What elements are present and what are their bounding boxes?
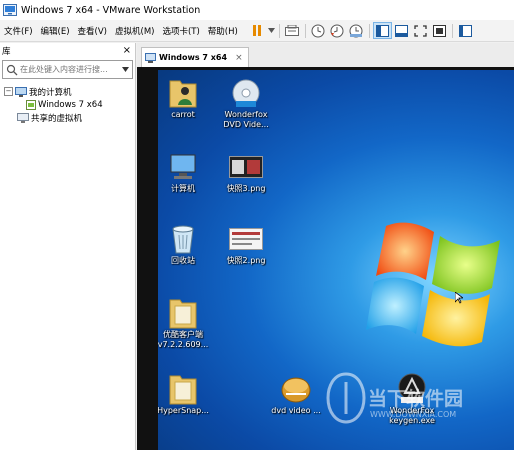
tab-windows7[interactable]: Windows 7 x64 × [141, 47, 249, 67]
desktop-icon-hypersnap[interactable]: HyperSnap... [158, 372, 215, 416]
console-view-button[interactable] [456, 22, 475, 39]
window-title: Windows 7 x64 - VMware Workstation [21, 4, 201, 16]
desktop-icon-label: carrot [171, 110, 195, 119]
desktop-icon-wonderfox-dvd[interactable]: Wonderfox DVD Vide... [214, 76, 278, 130]
desktop-icon-label: HyperSnap... [158, 406, 209, 415]
console-view-icon [458, 24, 472, 37]
tab-label: Windows 7 x64 [159, 53, 228, 62]
snapshot-clock-icon [311, 24, 325, 37]
chevron-down-icon[interactable] [122, 67, 129, 72]
toolbar-divider [304, 23, 306, 38]
tree-item-label: 我的计算机 [29, 87, 72, 98]
mouse-cursor-icon [455, 292, 463, 304]
pause-icon [253, 25, 262, 36]
vm-icon [26, 99, 36, 110]
send-ctrl-alt-del-button[interactable] [283, 22, 302, 39]
library-header: 库 × [0, 43, 135, 58]
vmware-app-icon [3, 4, 17, 16]
computer-icon [165, 150, 201, 184]
computer-icon [15, 86, 27, 97]
toolbar-divider [278, 23, 280, 38]
watermark-text: 当下软件园 [368, 388, 464, 410]
library-view-icon [375, 24, 389, 37]
image-file-icon [228, 150, 264, 184]
full-screen-icon [414, 24, 427, 37]
dvd-icon [278, 372, 314, 406]
tree-item-label: Windows 7 x64 [38, 99, 103, 110]
search-icon [6, 64, 18, 75]
menu-file[interactable]: 文件(F) [0, 25, 37, 37]
thumbnail-view-icon [394, 24, 408, 37]
main-content: Windows 7 x64 × carrot Wonderfox DVD Vid… [137, 43, 514, 450]
recycle-bin-icon [165, 222, 201, 256]
vm-tab-icon [145, 52, 156, 63]
keyboard-icon [285, 24, 300, 36]
chevron-down-icon [267, 28, 275, 33]
library-sidebar: 库 × − 我的计算机 Windows 7 x64 共享的虚拟机 [0, 43, 136, 450]
desktop-icon-label: 快照3.png [226, 184, 266, 193]
revert-snapshot-button[interactable] [328, 22, 347, 39]
tab-bar: Windows 7 x64 × [137, 43, 514, 67]
thumbnail-view-button[interactable] [392, 22, 411, 39]
menu-view[interactable]: 查看(V) [74, 25, 111, 37]
unity-icon [432, 24, 446, 37]
tree-item-windows7[interactable]: Windows 7 x64 [0, 98, 135, 111]
tree-item-shared-vms[interactable]: 共享的虚拟机 [0, 111, 135, 124]
desktop-icon-label: dvd video ... [271, 406, 321, 415]
full-screen-button[interactable] [411, 22, 430, 39]
desktop-icon-recycle-bin[interactable]: 回收站 [158, 222, 215, 266]
revert-clock-icon [330, 24, 344, 37]
title-bar: Windows 7 x64 - VMware Workstation [0, 0, 514, 20]
search-input[interactable] [18, 65, 122, 74]
vm-tree: − 我的计算机 Windows 7 x64 共享的虚拟机 [0, 85, 135, 124]
pause-button[interactable] [248, 22, 267, 39]
vm-console[interactable]: carrot Wonderfox DVD Vide... 计算机 快照3.png [137, 67, 514, 450]
desktop-icon-label: 回收站 [171, 256, 195, 265]
desktop-icon-computer[interactable]: 计算机 [158, 150, 215, 194]
desktop-icon-label: 优酷客户端 v7.2.2.609... [158, 330, 209, 349]
watermark-logo-icon [326, 372, 366, 424]
desktop-icon-carrot[interactable]: carrot [158, 76, 215, 120]
menu-bar: 文件(F) 编辑(E) 查看(V) 虚拟机(M) 选项卡(T) 帮助(H) [0, 20, 514, 42]
tree-item-my-computer[interactable]: − 我的计算机 [0, 85, 135, 98]
guest-desktop[interactable]: carrot Wonderfox DVD Vide... 计算机 快照3.png [158, 70, 514, 450]
image-file-icon [228, 222, 264, 256]
toolbar-divider [368, 23, 370, 38]
library-title: 库 [2, 46, 11, 57]
menu-edit[interactable]: 编辑(E) [37, 25, 74, 37]
toolbar [248, 22, 475, 39]
power-dropdown-button[interactable] [267, 22, 276, 39]
folder-icon [165, 372, 201, 406]
desktop-icon-snapshot3[interactable]: 快照3.png [214, 150, 278, 194]
windows-logo [366, 222, 500, 347]
desktop-icon-dvd-video[interactable]: dvd video ... [264, 372, 328, 416]
unity-button[interactable] [430, 22, 449, 39]
snapshot-manager-icon [349, 24, 363, 37]
folder-user-icon [165, 76, 201, 110]
library-search[interactable] [2, 60, 133, 79]
show-library-button[interactable] [372, 22, 392, 39]
collapse-toggle[interactable]: − [4, 87, 13, 96]
snapshot-manager-button[interactable] [347, 22, 366, 39]
tab-close-button[interactable]: × [235, 53, 243, 63]
desktop-icon-snapshot2[interactable]: 快照2.png [214, 222, 278, 266]
snapshot-button[interactable] [309, 22, 328, 39]
desktop-icon-label: 快照2.png [226, 256, 266, 265]
desktop-icon-label: Wonderfox DVD Vide... [223, 110, 269, 129]
tree-item-label: 共享的虚拟机 [31, 113, 83, 124]
menu-help[interactable]: 帮助(H) [204, 25, 242, 37]
library-close-button[interactable]: × [123, 45, 131, 56]
watermark-subtext: WWW.DOWNXIA.COM [370, 410, 457, 419]
dvd-ripper-icon [228, 76, 264, 110]
menu-vm[interactable]: 虚拟机(M) [111, 25, 158, 37]
menu-tabs[interactable]: 选项卡(T) [158, 25, 203, 37]
desktop-icon-label: 计算机 [171, 184, 195, 193]
shared-vms-icon [17, 112, 29, 123]
desktop-icon-youku[interactable]: 优酷客户端 v7.2.2.609... [158, 296, 215, 350]
site-watermark: 当下软件园 WWW.DOWNXIA.COM [326, 370, 514, 430]
folder-icon [165, 296, 201, 330]
toolbar-divider [451, 23, 453, 38]
